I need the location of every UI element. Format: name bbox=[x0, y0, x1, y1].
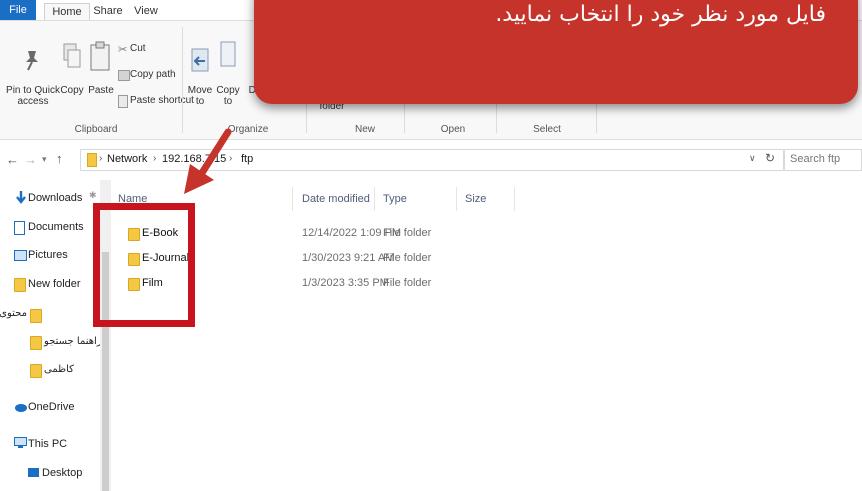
tab-file[interactable]: File bbox=[0, 0, 36, 20]
column-divider[interactable] bbox=[292, 187, 293, 211]
column-divider[interactable] bbox=[374, 187, 375, 211]
copy-icon bbox=[63, 43, 81, 68]
breadcrumb-network[interactable]: Network bbox=[107, 153, 147, 165]
pin-to-quick-access-button[interactable]: Pin to Quick access bbox=[6, 85, 60, 107]
nav-item-desktop[interactable]: Desktop bbox=[42, 464, 82, 482]
move-to-button[interactable]: Move to bbox=[186, 85, 214, 107]
paste-shortcut-icon bbox=[118, 95, 128, 108]
column-header-date-modified[interactable]: Date modified bbox=[302, 193, 370, 205]
copy-button[interactable]: Copy bbox=[58, 85, 86, 96]
nav-item-pictures[interactable]: Pictures bbox=[28, 246, 68, 264]
desktop-icon bbox=[28, 468, 39, 477]
file-type: File folder bbox=[383, 227, 432, 239]
nav-item-onedrive[interactable]: OneDrive bbox=[28, 398, 74, 416]
column-header-type[interactable]: Type bbox=[383, 193, 407, 205]
refresh-icon[interactable]: ↻ bbox=[765, 151, 775, 165]
nav-item-search-guide[interactable]: راهنما جستجو bbox=[44, 333, 102, 351]
copy-to-icon bbox=[220, 41, 236, 67]
open-group-label: Open bbox=[440, 124, 466, 135]
file-date-modified: 1/3/2023 3:35 PM bbox=[302, 277, 389, 289]
address-dropdown-icon[interactable]: ∨ bbox=[749, 153, 756, 164]
cut-button[interactable]: Cut bbox=[130, 43, 146, 55]
up-arrow-icon[interactable]: ↑ bbox=[56, 151, 63, 166]
nav-item-new-folder[interactable]: New folder bbox=[28, 275, 81, 293]
column-header-size[interactable]: Size bbox=[465, 193, 486, 205]
scissors-icon: ✂ bbox=[118, 44, 128, 56]
forward-arrow-icon[interactable]: → bbox=[24, 152, 37, 167]
highlight-box bbox=[93, 203, 195, 327]
column-divider[interactable] bbox=[514, 187, 515, 211]
folder-icon bbox=[30, 336, 42, 350]
pin-icon bbox=[26, 51, 38, 71]
tab-view[interactable]: View bbox=[128, 3, 164, 20]
tab-share[interactable]: Share bbox=[90, 3, 126, 20]
copy-path-icon bbox=[118, 70, 130, 81]
instruction-callout: فایل مورد نظر خود را انتخاب نمایید. bbox=[254, 0, 858, 104]
nav-item-thesis-content[interactable]: محتوی پایان نامه bbox=[0, 305, 27, 323]
paste-icon bbox=[90, 41, 110, 71]
recent-locations-chevron-icon[interactable]: ▾ bbox=[42, 154, 47, 165]
computer-icon bbox=[14, 437, 27, 448]
new-group-label: New bbox=[354, 124, 375, 135]
move-to-icon bbox=[191, 48, 209, 72]
pin-icon: ✱ bbox=[89, 190, 97, 200]
breadcrumb-ftp[interactable]: ftp bbox=[241, 153, 253, 165]
nav-item-kazemi[interactable]: کاظمی bbox=[44, 361, 74, 379]
nav-item-this-pc[interactable]: This PC bbox=[28, 435, 67, 453]
navigation-bar: ← → ▾ ↑ › Network › 192.168.7.15 › ftp ∨… bbox=[0, 146, 862, 174]
document-icon bbox=[14, 221, 25, 235]
pointer-arrow-icon bbox=[184, 128, 232, 194]
tab-home[interactable]: Home bbox=[44, 3, 90, 21]
back-arrow-icon[interactable]: ← bbox=[6, 152, 19, 167]
file-type: File folder bbox=[383, 252, 432, 264]
pictures-icon bbox=[14, 250, 27, 261]
file-type: File folder bbox=[383, 277, 432, 289]
paste-shortcut-button[interactable]: Paste shortcut bbox=[130, 95, 194, 107]
search-input[interactable]: Search ftp bbox=[784, 149, 862, 171]
column-divider[interactable] bbox=[456, 187, 457, 211]
paste-button[interactable]: Paste bbox=[86, 85, 116, 96]
callout-text: فایل مورد نظر خود را انتخاب نمایید. bbox=[495, 2, 826, 27]
breadcrumb-separator-icon: › bbox=[99, 153, 103, 164]
group-divider bbox=[182, 27, 183, 133]
folder-icon bbox=[30, 309, 42, 323]
nav-item-downloads[interactable]: Downloads bbox=[28, 189, 82, 207]
copy-path-button[interactable]: Copy path bbox=[130, 69, 176, 81]
breadcrumb-separator-icon: › bbox=[153, 153, 157, 164]
search-placeholder: Search ftp bbox=[790, 153, 841, 165]
download-icon bbox=[16, 191, 26, 204]
select-group-label: Select bbox=[533, 124, 561, 135]
folder-icon bbox=[14, 278, 26, 292]
clipboard-group-label: Clipboard bbox=[74, 124, 118, 135]
onedrive-icon bbox=[15, 404, 27, 412]
nav-item-documents[interactable]: Documents bbox=[28, 218, 84, 236]
copy-to-button[interactable]: Copy to bbox=[214, 85, 242, 107]
file-date-modified: 1/30/2023 9:21 AM bbox=[302, 252, 395, 264]
network-folder-icon bbox=[87, 153, 97, 167]
folder-icon bbox=[30, 364, 42, 378]
